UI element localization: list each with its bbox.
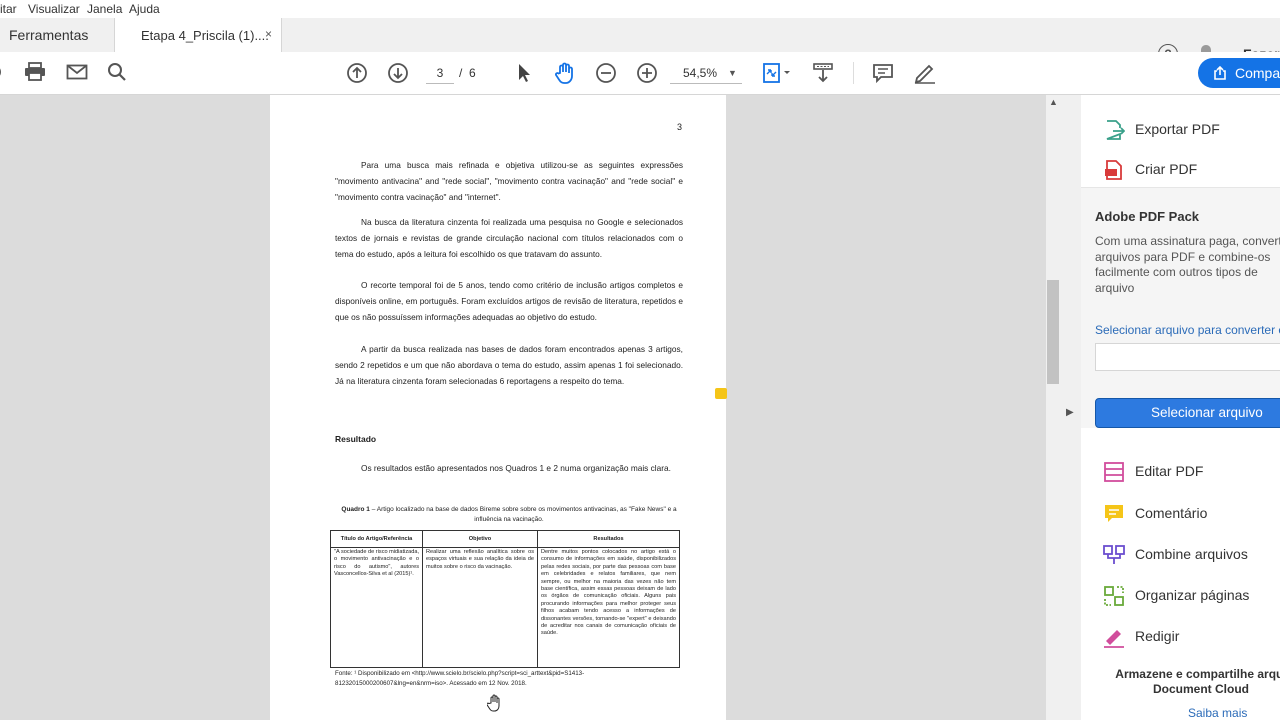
organize-pages-label: Organizar páginas [1135,587,1250,603]
organize-pages-icon [1104,586,1124,606]
share-button[interactable]: Compa [1198,58,1280,88]
combine-files-label: Combine arquivos [1135,546,1248,562]
file-select-input[interactable] [1095,343,1280,371]
paragraph-3-text: O recorte temporal foi de 5 anos, tendo … [335,280,683,322]
select-file-button-label: Selecionar arquivo [1151,405,1263,420]
chevron-down-icon: ▼ [728,68,737,78]
table-caption-text: – Artigo localizado na base de dados Bir… [369,506,677,523]
fit-page-icon[interactable] [762,62,792,84]
save-icon[interactable] [0,62,6,82]
paragraph-2-text: Na busca da literatura cinzenta foi real… [335,217,683,259]
table-caption: Quadro 1 – Artigo localizado na base de … [335,505,683,525]
table-caption-label: Quadro 1 [341,506,370,513]
section-heading: Resultado [335,434,377,444]
hand-cursor-icon [487,694,500,712]
comment-tool-icon [1105,505,1123,522]
combine-files-icon [1103,545,1125,564]
toolbar-divider [853,62,854,84]
tab-document-label: Etapa 4_Priscila (1).... [141,28,269,43]
comment-label: Comentário [1135,505,1208,521]
page-separator: / [459,66,463,80]
table-header: Objetivo [422,530,538,548]
select-file-convert-label: Selecionar arquivo para converter e [1095,323,1280,337]
page-number-input[interactable]: 3 [426,63,454,84]
paragraph-4-text: A partir da busca realizada nas bases de… [335,344,683,386]
vertical-scrollbar[interactable]: ▲ [1046,95,1060,720]
document-cloud-promo: Armazene e compartilhe arqui Document Cl… [1115,667,1280,696]
zoom-in-icon[interactable] [636,62,658,84]
previous-page-icon[interactable] [346,62,368,84]
table-cell: Realizar uma reflexão analítica sobre os… [422,547,538,668]
learn-more-link[interactable]: Saiba mais [1188,706,1247,720]
pen-sign-icon[interactable] [913,62,937,84]
tab-document[interactable]: Etapa 4_Priscila (1).... × [114,18,282,53]
toolbar: 3 / 6 54,5% ▼ Compa [0,52,1280,95]
page-number-label: 3 [677,122,683,132]
tab-bar: Ferramentas Etapa 4_Priscila (1).... × ?… [0,18,1280,64]
menu-window[interactable]: Janela [87,2,122,16]
pack-description: Com uma assinatura paga, converta arquiv… [1095,234,1280,295]
pane-top-section: Exportar PDF Criar PDF [1081,95,1280,188]
table-source: Fonte: ¹ Disponibilizado em <http://www.… [335,670,585,687]
paragraph-3: O recorte temporal foi de 5 anos, tendo … [335,278,683,325]
paragraph-2: Na busca da literatura cinzenta foi real… [335,215,683,262]
create-pdf-icon [1105,160,1122,180]
zoom-value: 54,5% [683,66,718,80]
next-page-icon[interactable] [387,62,409,84]
table-cell: Dentre muitos pontos colocados no artigo… [537,547,680,668]
page-total: / 6 [459,66,476,80]
menu-bar: itar Visualizar Janela Ajuda [0,0,1280,18]
select-pointer-icon[interactable] [516,62,532,84]
table-header: Título do Artigo/Referência [330,530,423,548]
hand-tool-icon[interactable] [554,62,576,84]
menu-edit[interactable]: itar [0,2,17,16]
paragraph-5-text: Os resultados estão apresentados nos Qua… [361,463,671,473]
table-header-row: Título do Artigo/Referência Objetivo Res… [330,530,680,548]
share-label: Compa [1235,65,1280,81]
comment-icon[interactable] [872,62,894,84]
tools-pane: Exportar PDF Criar PDF Adobe PDF Pack Co… [1081,95,1280,720]
zoom-out-icon[interactable] [595,62,617,84]
table-row: "A sociedade de risco midiatizada, o mov… [330,547,680,668]
export-pdf-label: Exportar PDF [1135,121,1220,137]
paragraph-5: Os resultados estão apresentados nos Qua… [335,461,683,477]
tab-tools[interactable]: Ferramentas [9,27,88,43]
redact-icon [1104,630,1124,648]
redact-label: Redigir [1135,628,1180,644]
pack-title: Adobe PDF Pack [1095,209,1200,224]
share-icon [1214,66,1226,80]
pdf-pack-panel: Adobe PDF Pack Com uma assinatura paga, … [1081,188,1280,428]
page-total-value: 6 [469,66,476,80]
scrolling-mode-icon[interactable] [812,62,834,84]
paragraph-1: Para uma busca mais refinada e objetiva … [335,158,683,205]
print-icon[interactable] [24,62,46,82]
paragraph-4: A partir da busca realizada nas bases de… [335,342,683,389]
table-cell: "A sociedade de risco midiatizada, o mov… [330,547,423,668]
email-icon[interactable] [66,62,88,82]
export-pdf-icon [1106,120,1125,140]
edit-pdf-icon [1104,462,1124,482]
close-tab-icon[interactable]: × [265,27,272,41]
table-header: Resultados [537,530,680,548]
zoom-select[interactable]: 54,5% ▼ [670,63,742,84]
search-icon[interactable] [107,62,127,82]
document-viewer[interactable]: 3 Para uma busca mais refinada e objetiv… [0,95,1046,720]
menu-view[interactable]: Visualizar [28,2,80,16]
edit-pdf-label: Editar PDF [1135,463,1204,479]
menu-help[interactable]: Ajuda [129,2,160,16]
create-pdf-label: Criar PDF [1135,161,1198,177]
paragraph-1-text: Para uma busca mais refinada e objetiva … [335,160,683,202]
pane-toggle-strip: ▶ [1060,95,1081,720]
scrollbar-thumb[interactable] [1047,280,1059,384]
expand-pane-icon[interactable]: ▶ [1066,407,1074,418]
scroll-up-icon[interactable]: ▲ [1049,97,1058,107]
results-table: Título do Artigo/Referência Objetivo Res… [330,530,680,668]
select-file-button[interactable]: Selecionar arquivo [1095,398,1280,428]
sticky-note-icon[interactable] [715,388,727,399]
pdf-page: 3 Para uma busca mais refinada e objetiv… [270,95,726,720]
